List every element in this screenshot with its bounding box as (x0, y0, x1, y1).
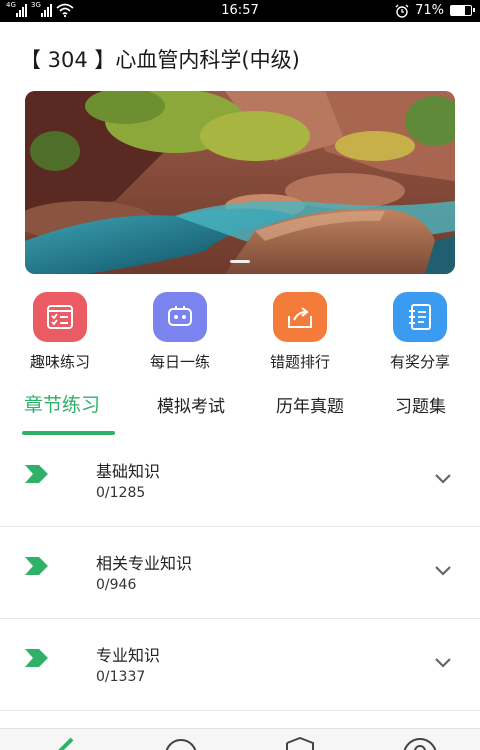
battery-level (451, 6, 466, 15)
robot-icon (153, 292, 207, 342)
share-box-icon (273, 292, 327, 342)
chevron-down-icon[interactable] (434, 657, 452, 669)
pencil-icon[interactable] (50, 737, 78, 750)
chapter-name: 专业知识 (96, 646, 161, 665)
tab-mock-exam[interactable]: 模拟考试 (157, 392, 225, 417)
battery-icon (450, 5, 475, 16)
notebook-icon (393, 292, 447, 342)
chat-icon[interactable] (163, 737, 199, 750)
chapter-item[interactable]: 专业知识 0/1337 (0, 619, 480, 711)
shortcut-fun-practice[interactable]: 趣味练习 (0, 292, 120, 372)
alarm-icon (395, 4, 409, 18)
status-bar: 4G 3G 16:57 71% (0, 0, 480, 22)
chapter-item[interactable]: 相关专业知识 0/946 (0, 527, 480, 619)
checklist-icon (33, 292, 87, 342)
tab-bar: 章节练习 模拟考试 历年真题 习题集 (0, 384, 480, 436)
status-right: 71% (395, 3, 475, 18)
shortcut-label: 错题排行 (269, 353, 330, 371)
shortcut-label: 趣味练习 (29, 353, 90, 371)
page-title: 【 304 】心血管内科学(中级) (20, 48, 300, 72)
tab-chapter-practice[interactable]: 章节练习 (24, 390, 100, 417)
bottom-nav (0, 728, 480, 750)
shortcut-wrong-ranking[interactable]: 错题排行 (240, 292, 360, 372)
chevron-down-icon[interactable] (434, 473, 452, 485)
shortcut-daily-practice[interactable]: 每日一练 (120, 292, 240, 372)
shortcut-grid: 趣味练习 每日一练 错题排行 有奖分享 (0, 292, 480, 372)
banner-carousel[interactable] (25, 91, 455, 274)
chapter-name: 相关专业知识 (96, 554, 193, 573)
shortcut-label: 每日一练 (149, 353, 210, 371)
chapter-item[interactable]: 基础知识 0/1285 (0, 435, 480, 527)
carousel-indicator[interactable] (230, 260, 250, 263)
chapter-progress: 0/1337 (96, 669, 146, 685)
chevron-flag-icon (25, 465, 48, 483)
chevron-flag-icon (25, 557, 48, 575)
chapter-name: 基础知识 (96, 462, 161, 481)
shortcut-label: 有奖分享 (389, 353, 450, 371)
tab-past-exams[interactable]: 历年真题 (276, 392, 344, 417)
chevron-down-icon[interactable] (434, 565, 452, 577)
chapter-progress: 0/1285 (96, 485, 146, 501)
shortcut-reward-share[interactable]: 有奖分享 (360, 292, 480, 372)
user-icon[interactable] (400, 737, 440, 750)
chapter-progress: 0/946 (96, 577, 137, 593)
banner-image (25, 91, 455, 274)
battery-percent: 71% (415, 3, 444, 18)
tab-question-sets[interactable]: 习题集 (395, 392, 446, 417)
chevron-flag-icon (25, 649, 48, 667)
shield-icon[interactable] (283, 737, 317, 750)
